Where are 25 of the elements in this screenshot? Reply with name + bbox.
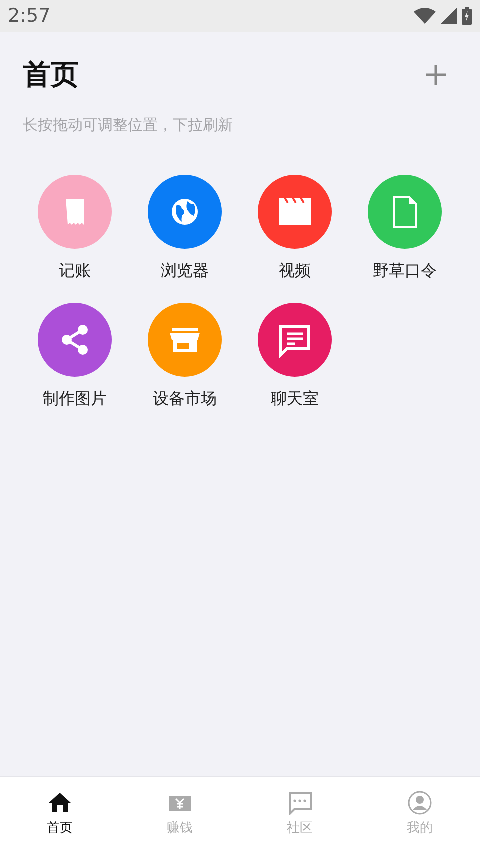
app-icon[interactable] (38, 174, 112, 248)
app-icon[interactable] (148, 174, 222, 248)
chat-icon (288, 790, 312, 815)
app-icon[interactable] (38, 302, 112, 376)
app-icon[interactable] (258, 174, 332, 248)
page-title: 首页 (23, 57, 79, 93)
app-label[interactable]: 浏览器 (161, 258, 209, 282)
app-label[interactable]: 设备市场 (153, 386, 217, 410)
app-label[interactable]: 野草口令 (373, 258, 437, 282)
hint-text: 长按拖动可调整位置，下拉刷新 (22, 115, 234, 136)
app-icon[interactable] (368, 174, 442, 248)
wifi-icon (414, 8, 436, 24)
status-time: 2:57 (8, 4, 51, 29)
add-icon[interactable] (426, 65, 446, 85)
battery-icon (462, 7, 472, 25)
app-label[interactable]: 聊天室 (271, 386, 319, 410)
signal-icon (441, 8, 457, 24)
app-label[interactable]: 视频 (279, 258, 311, 282)
app-label[interactable]: 制作图片 (43, 386, 107, 410)
app-icon[interactable] (258, 302, 332, 376)
app-icon[interactable] (148, 302, 222, 376)
app-label[interactable]: 记账 (59, 258, 91, 282)
home-icon (48, 790, 72, 815)
nav-tab[interactable]: 首页 (0, 777, 120, 852)
person-icon (408, 790, 432, 815)
